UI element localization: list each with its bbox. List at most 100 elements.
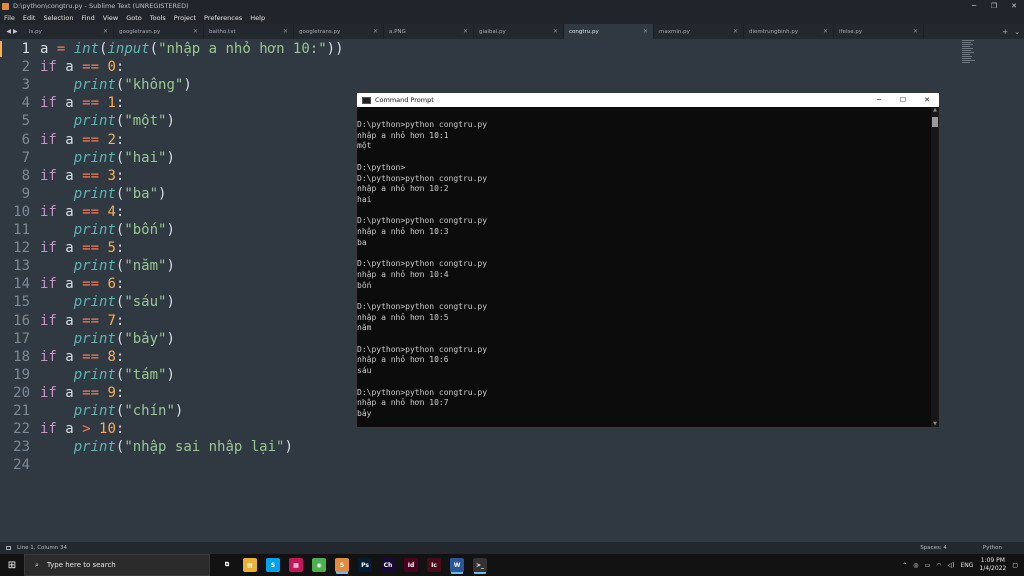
- input-language[interactable]: ENG: [960, 562, 973, 569]
- code-text: if a == 9:: [40, 384, 124, 402]
- menu-project[interactable]: Project: [170, 14, 200, 22]
- cmd-scrollbar[interactable]: ▲ ▼: [931, 107, 939, 427]
- tab-next-icon[interactable]: ▶: [13, 28, 18, 35]
- minimap[interactable]: [962, 40, 980, 68]
- menu-find[interactable]: Find: [77, 14, 98, 22]
- new-tab-icon[interactable]: +: [1002, 28, 1008, 36]
- tab-close-icon[interactable]: ✕: [913, 28, 918, 35]
- taskbar-app-icon[interactable]: Id: [404, 558, 418, 572]
- tab-diemtrungbinh-py[interactable]: diemtrungbinh.py ✕: [744, 24, 834, 39]
- panel-toggle-icon[interactable]: [6, 546, 11, 550]
- code-token: ): [166, 294, 175, 311]
- tab-ifelse-py[interactable]: ifelse.py ✕: [834, 24, 924, 39]
- tab-googletrans-py[interactable]: googletrans.py ✕: [294, 24, 384, 39]
- menu-edit[interactable]: Edit: [19, 14, 40, 22]
- code-token: if: [40, 276, 57, 293]
- menu-goto[interactable]: Goto: [122, 14, 146, 22]
- code-text: if a == 0:: [40, 58, 124, 76]
- tab-close-icon[interactable]: ✕: [463, 28, 468, 35]
- wifi-icon[interactable]: ◠: [936, 562, 941, 569]
- tab-close-icon[interactable]: ✕: [373, 28, 378, 35]
- cmd-close-button[interactable]: ✕: [915, 96, 939, 104]
- code-line[interactable]: 24: [0, 456, 900, 474]
- code-token: ): [183, 77, 192, 94]
- code-token: 3: [107, 167, 116, 184]
- taskbar-app-icon[interactable]: S: [266, 558, 280, 572]
- scroll-up-icon[interactable]: ▲: [931, 107, 939, 113]
- code-line[interactable]: 1a = int(input("nhập a nhỏ hơn 10:")): [0, 40, 900, 58]
- tab-close-icon[interactable]: ✕: [643, 28, 648, 35]
- cmd-minimize-button[interactable]: ─: [867, 96, 891, 104]
- indentation-setting[interactable]: Spaces: 4: [920, 545, 947, 551]
- taskbar-app-icon[interactable]: ◉: [312, 558, 326, 572]
- taskbar-app-icon[interactable]: Ic: [427, 558, 441, 572]
- scroll-down-icon[interactable]: ▼: [931, 421, 939, 427]
- tab-close-icon[interactable]: ✕: [733, 28, 738, 35]
- cursor-position: Line 1, Column 34: [17, 545, 68, 551]
- tray-app-icon[interactable]: ◎: [913, 562, 918, 569]
- code-text: print("bốn"): [40, 221, 175, 239]
- tab-a-png[interactable]: a.PNG ✕: [384, 24, 474, 39]
- taskbar-app-icon[interactable]: ⧉: [220, 558, 234, 572]
- taskbar-app-icon[interactable]: >_: [473, 558, 487, 572]
- code-token: ==: [82, 348, 100, 365]
- code-token: if: [40, 240, 57, 257]
- line-number: 11: [13, 222, 30, 238]
- tab-close-icon[interactable]: ✕: [823, 28, 828, 35]
- taskbar-app-icon[interactable]: Ch: [381, 558, 395, 572]
- desktop: D:\python\congtru.py - Sublime Text (UNR…: [0, 0, 1024, 576]
- menu-preferences[interactable]: Preferences: [200, 14, 246, 22]
- tab-giaibai-py[interactable]: giaibai.py ✕: [474, 24, 564, 39]
- tab-list-icon[interactable]: ⌄: [1014, 28, 1020, 36]
- taskbar-search[interactable]: ⌕ Type here to search: [24, 554, 210, 576]
- network-icon[interactable]: ▭: [925, 562, 931, 569]
- windows-start-icon[interactable]: ⊞: [0, 554, 24, 576]
- volume-icon[interactable]: ◁): [947, 562, 954, 569]
- tab-ls-py[interactable]: ls.py ✕: [24, 24, 114, 39]
- menu-file[interactable]: File: [0, 14, 19, 22]
- cmd-output[interactable]: D:\python>python congtru.py nhập a nhỏ h…: [357, 107, 933, 427]
- cmd-maximize-button[interactable]: ☐: [891, 96, 915, 104]
- cmd-title-bar[interactable]: Command Prompt ─ ☐ ✕: [357, 93, 939, 107]
- code-token: ==: [82, 203, 100, 220]
- code-token: "bảy": [124, 330, 167, 347]
- command-prompt-window[interactable]: Command Prompt ─ ☐ ✕ D:\python>python co…: [356, 92, 940, 428]
- code-token: )): [326, 41, 344, 57]
- line-number: 2: [21, 59, 30, 76]
- taskbar-app-icon[interactable]: W: [450, 558, 464, 572]
- tab-close-icon[interactable]: ✕: [103, 28, 108, 35]
- menu-help[interactable]: Help: [246, 14, 269, 22]
- minimize-button[interactable]: ─: [964, 0, 984, 12]
- clock[interactable]: 1:09 PM 1/4/2022: [979, 557, 1006, 573]
- taskbar-app-icon[interactable]: ▤: [243, 558, 257, 572]
- maximize-button[interactable]: ❐: [984, 0, 1004, 12]
- code-line[interactable]: 23 print("nhập sai nhập lại"): [0, 438, 900, 456]
- code-line[interactable]: 2 if a == 0:: [0, 58, 900, 76]
- tab-close-icon[interactable]: ✕: [283, 28, 288, 35]
- tab-prev-icon[interactable]: ◀: [6, 28, 11, 35]
- tray-chevron-icon[interactable]: ⌃: [902, 562, 907, 569]
- tab-label: diemtrungbinh.py: [749, 28, 799, 35]
- code-text: print("chín"): [40, 402, 184, 420]
- menu-tools[interactable]: Tools: [146, 14, 170, 22]
- syntax-setting[interactable]: Python: [983, 545, 1002, 551]
- tab-googletrasn-py[interactable]: googletrasn.py ✕: [114, 24, 204, 39]
- code-token: print: [73, 222, 116, 238]
- taskbar-app-icon[interactable]: S: [335, 558, 349, 572]
- status-bar: Line 1, Column 34 Spaces: 4 Python: [0, 542, 1024, 554]
- tab-congtru-py[interactable]: congtru.py ✕: [564, 24, 654, 39]
- tab-maxmin-py[interactable]: maxmin.py ✕: [654, 24, 744, 39]
- taskbar-app-icon[interactable]: Ps: [358, 558, 372, 572]
- menu-selection[interactable]: Selection: [39, 14, 77, 22]
- tab-baitho-txt[interactable]: baitho.txt ✕: [204, 24, 294, 39]
- clock-time: 1:09 PM: [980, 557, 1005, 564]
- tab-close-icon[interactable]: ✕: [193, 28, 198, 35]
- close-button[interactable]: ✕: [1004, 0, 1024, 12]
- taskbar-app-icon[interactable]: ▦: [289, 558, 303, 572]
- notification-icon[interactable]: ▢: [1012, 562, 1018, 569]
- tab-close-icon[interactable]: ✕: [553, 28, 558, 35]
- scroll-thumb[interactable]: [932, 117, 938, 127]
- line-number: 1: [21, 41, 30, 57]
- menu-view[interactable]: View: [99, 14, 122, 22]
- code-token: ==: [82, 276, 100, 293]
